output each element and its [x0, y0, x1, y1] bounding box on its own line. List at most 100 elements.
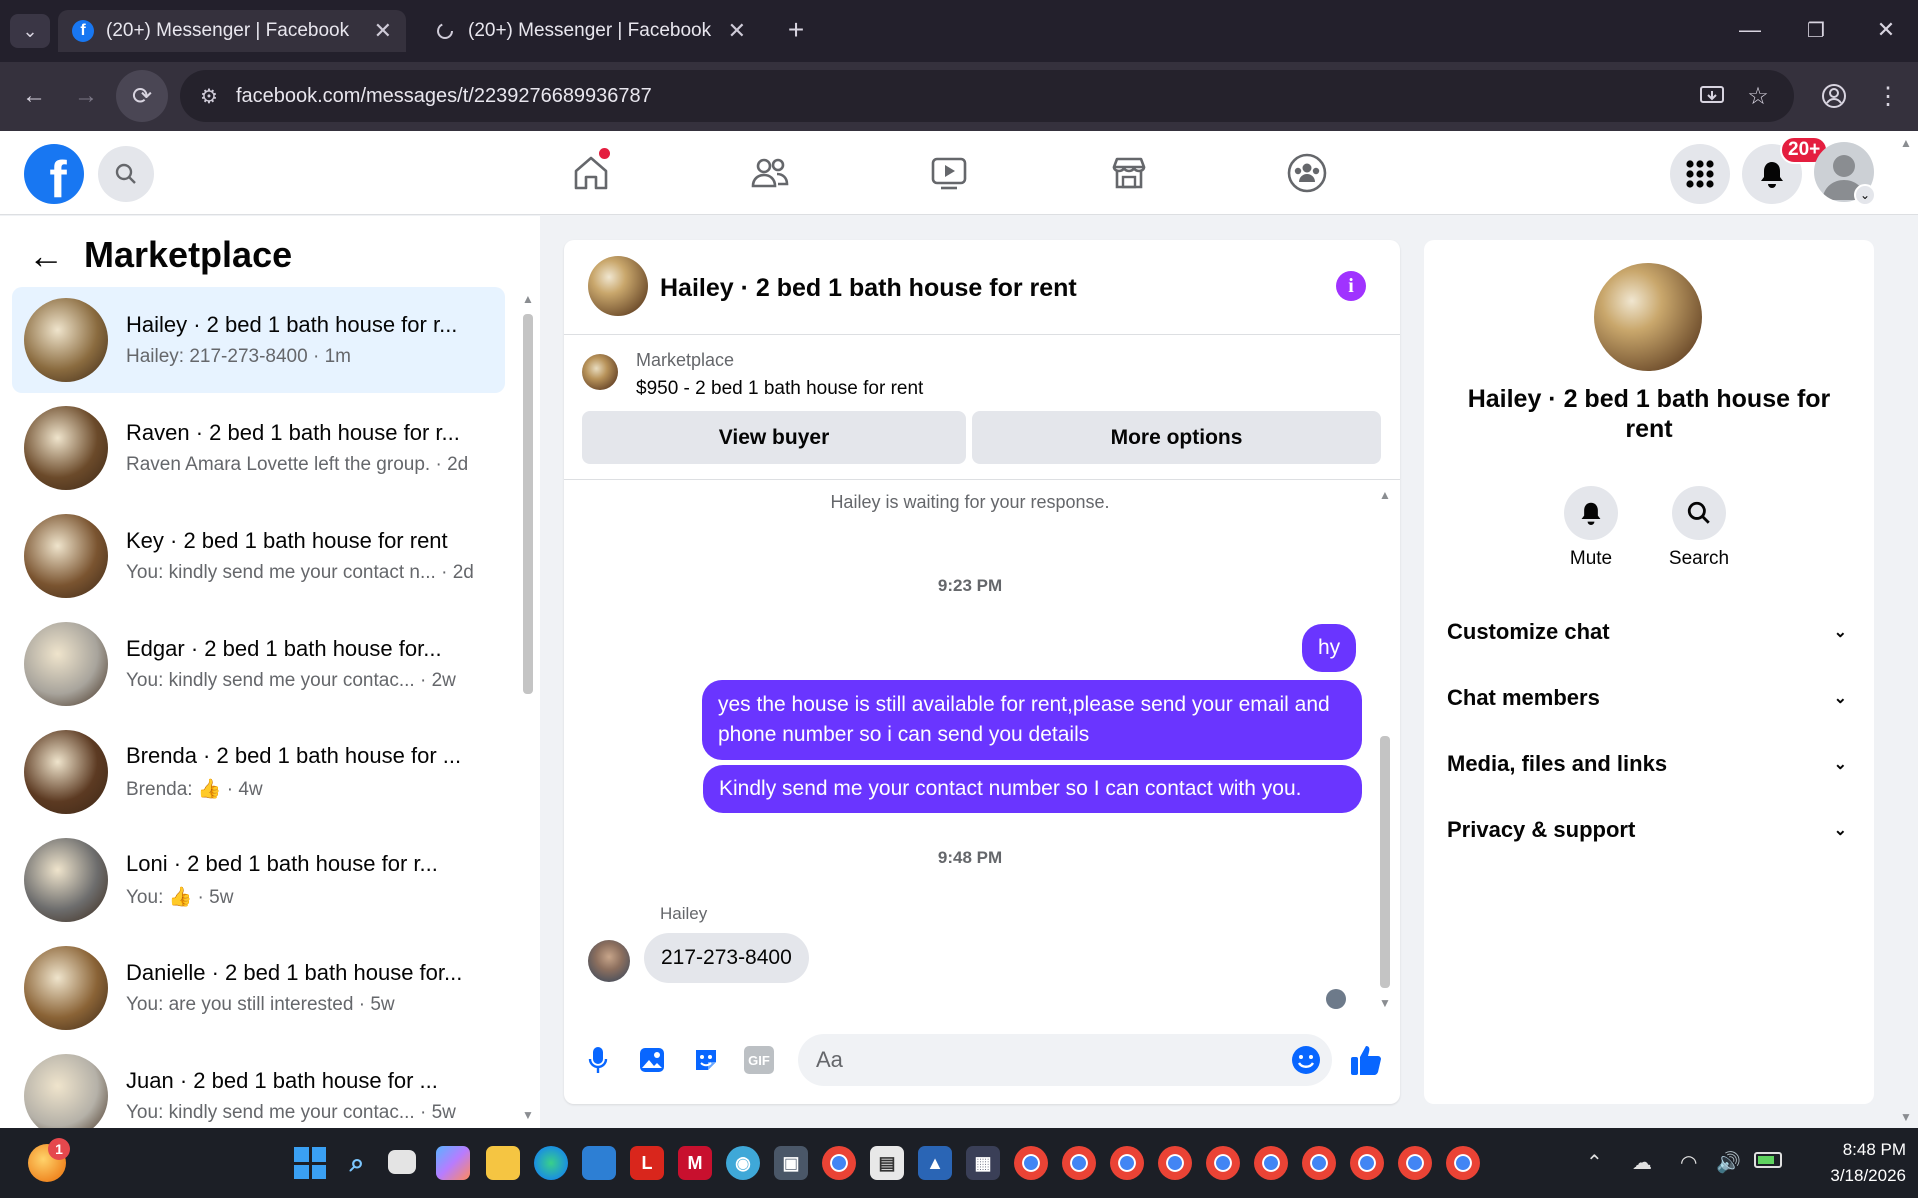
- info-icon[interactable]: i: [1336, 271, 1366, 301]
- wifi-icon[interactable]: ◠: [1680, 1150, 1697, 1175]
- details-avatar[interactable]: [1594, 263, 1702, 371]
- address-bar[interactable]: ⚙ facebook.com/messages/t/22392766899367…: [180, 70, 1794, 122]
- forward-icon[interactable]: →: [66, 78, 106, 114]
- search-button[interactable]: [98, 146, 154, 202]
- scroll-up-arrow-icon[interactable]: ▲: [522, 292, 534, 306]
- chrome-menu-icon[interactable]: ⋮: [1870, 78, 1906, 114]
- conversation-item[interactable]: Raven · 2 bed 1 bath house for r... Raven…: [12, 395, 505, 501]
- volume-icon[interactable]: 🔊: [1716, 1150, 1741, 1175]
- chrome-profile-icon[interactable]: [1446, 1146, 1480, 1180]
- conversation-item[interactable]: Loni · 2 bed 1 bath house for r... You: 👍…: [12, 827, 505, 933]
- chrome-icon[interactable]: [822, 1146, 856, 1180]
- windows-start-icon[interactable]: [294, 1147, 326, 1179]
- chat-scroll-down-icon[interactable]: ▼: [1379, 996, 1391, 1010]
- store-icon[interactable]: [582, 1146, 616, 1180]
- message-input[interactable]: Aa: [798, 1034, 1332, 1086]
- back-arrow-icon[interactable]: ←: [28, 235, 68, 276]
- app-l-icon[interactable]: L: [630, 1146, 664, 1180]
- message-outgoing[interactable]: yes the house is still available for ren…: [702, 680, 1362, 760]
- accordion-chat-members[interactable]: Chat members ⌄: [1447, 678, 1847, 718]
- onedrive-icon[interactable]: ☁: [1632, 1150, 1652, 1175]
- chrome-profile-icon[interactable]: [1110, 1146, 1144, 1180]
- sender-avatar[interactable]: [588, 940, 630, 982]
- chrome-profile-icon[interactable]: [1398, 1146, 1432, 1180]
- accordion-privacy-support[interactable]: Privacy & support ⌄: [1447, 810, 1847, 850]
- mute-button[interactable]: [1564, 486, 1618, 540]
- conversation-item[interactable]: Hailey · 2 bed 1 bath house for r... Hail…: [12, 287, 505, 393]
- message-incoming[interactable]: 217-273-8400: [644, 933, 809, 983]
- reload-icon[interactable]: ⟳: [116, 70, 168, 122]
- back-icon[interactable]: ←: [14, 78, 54, 114]
- chrome-profile-icon[interactable]: [1014, 1146, 1048, 1180]
- profile-icon[interactable]: [1814, 78, 1854, 114]
- close-tab-icon[interactable]: ✕: [728, 18, 746, 44]
- more-options-button[interactable]: More options: [972, 411, 1381, 464]
- camera-icon[interactable]: ▣: [774, 1146, 808, 1180]
- search-in-chat-button[interactable]: [1672, 486, 1726, 540]
- close-window-icon[interactable]: ✕: [1866, 12, 1906, 48]
- file-explorer-icon[interactable]: [486, 1146, 520, 1180]
- page-scroll-down-icon[interactable]: ▼: [1900, 1110, 1912, 1124]
- edge-icon[interactable]: [534, 1146, 568, 1180]
- mcafee-icon[interactable]: M: [678, 1146, 712, 1180]
- chat-scroll-up-icon[interactable]: ▲: [1379, 488, 1391, 502]
- clock-time[interactable]: 8:48 PM: [1810, 1140, 1906, 1160]
- nav-watch[interactable]: [914, 138, 984, 208]
- copilot-icon[interactable]: [436, 1146, 470, 1180]
- tab-messenger-2[interactable]: (20+) Messenger | Facebook ✕: [420, 10, 760, 52]
- sticker-button[interactable]: [690, 1044, 722, 1076]
- listing-title[interactable]: $950 - 2 bed 1 bath house for rent: [636, 378, 923, 400]
- conversation-item[interactable]: Edgar · 2 bed 1 bath house for... You: ki…: [12, 611, 505, 717]
- menu-button[interactable]: [1670, 144, 1730, 204]
- voice-clip-button[interactable]: [582, 1044, 614, 1076]
- accordion-customize-chat[interactable]: Customize chat ⌄: [1447, 612, 1847, 652]
- close-tab-icon[interactable]: ✕: [374, 18, 392, 44]
- chrome-profile-icon[interactable]: [1350, 1146, 1384, 1180]
- chrome-profile-icon[interactable]: [1254, 1146, 1288, 1180]
- app-eye-icon[interactable]: ◉: [726, 1146, 760, 1180]
- nav-friends[interactable]: [735, 138, 805, 208]
- taskbar-search-icon[interactable]: ⌕: [340, 1146, 374, 1180]
- chrome-profile-icon[interactable]: [1206, 1146, 1240, 1180]
- gif-icon[interactable]: GIF: [744, 1046, 774, 1074]
- task-view-icon[interactable]: [388, 1150, 416, 1174]
- account-chevron-icon[interactable]: ⌄: [1854, 184, 1876, 206]
- message-outgoing[interactable]: hy: [1302, 624, 1357, 672]
- scroll-down-arrow-icon[interactable]: ▼: [522, 1108, 534, 1122]
- accordion-media-files-links[interactable]: Media, files and links ⌄: [1447, 744, 1847, 784]
- clock-date[interactable]: 3/18/2026: [1800, 1166, 1906, 1186]
- restore-icon[interactable]: ❐: [1796, 12, 1836, 48]
- app-doc-icon[interactable]: ▤: [870, 1146, 904, 1180]
- site-info-icon[interactable]: ⚙: [200, 84, 218, 109]
- nav-marketplace[interactable]: [1094, 138, 1164, 208]
- conversation-item[interactable]: Danielle · 2 bed 1 bath house for... You:…: [12, 935, 505, 1041]
- facebook-logo[interactable]: f: [24, 144, 84, 204]
- chat-scrollbar[interactable]: [1380, 736, 1390, 988]
- nav-home[interactable]: [556, 138, 626, 208]
- chrome-profile-icon[interactable]: [1062, 1146, 1096, 1180]
- tab-search-icon[interactable]: ⌄: [10, 14, 50, 48]
- attach-photo-button[interactable]: [636, 1044, 668, 1076]
- chrome-profile-icon[interactable]: [1302, 1146, 1336, 1180]
- app-game-icon[interactable]: ▲: [918, 1146, 952, 1180]
- chat-title[interactable]: Hailey · 2 bed 1 bath house for rent: [660, 274, 1077, 303]
- chrome-profile-icon[interactable]: [1158, 1146, 1192, 1180]
- conversation-item[interactable]: Brenda · 2 bed 1 bath house for ... Brend…: [12, 719, 505, 825]
- bookmark-star-icon[interactable]: ☆: [1738, 78, 1778, 114]
- like-button[interactable]: [1348, 1042, 1384, 1078]
- tab-messenger-active[interactable]: f (20+) Messenger | Facebook ✕: [58, 10, 406, 52]
- install-app-icon[interactable]: [1692, 78, 1732, 114]
- message-outgoing[interactable]: Kindly send me your contact number so I …: [703, 765, 1362, 813]
- conversation-item[interactable]: Key · 2 bed 1 bath house for rent You: ki…: [12, 503, 505, 609]
- new-tab-icon[interactable]: +: [778, 12, 814, 48]
- nav-groups[interactable]: [1272, 138, 1342, 208]
- app-news-icon[interactable]: ▦: [966, 1146, 1000, 1180]
- chat-avatar[interactable]: [588, 256, 648, 316]
- view-buyer-button[interactable]: View buyer: [582, 411, 966, 464]
- minimize-icon[interactable]: —: [1730, 12, 1770, 48]
- sidebar-scrollbar[interactable]: [523, 314, 533, 694]
- emoji-button[interactable]: [1290, 1044, 1322, 1076]
- page-scroll-up-icon[interactable]: ▲: [1900, 136, 1912, 150]
- tray-overflow-icon[interactable]: ⌃: [1586, 1150, 1603, 1175]
- battery-icon[interactable]: [1754, 1152, 1782, 1168]
